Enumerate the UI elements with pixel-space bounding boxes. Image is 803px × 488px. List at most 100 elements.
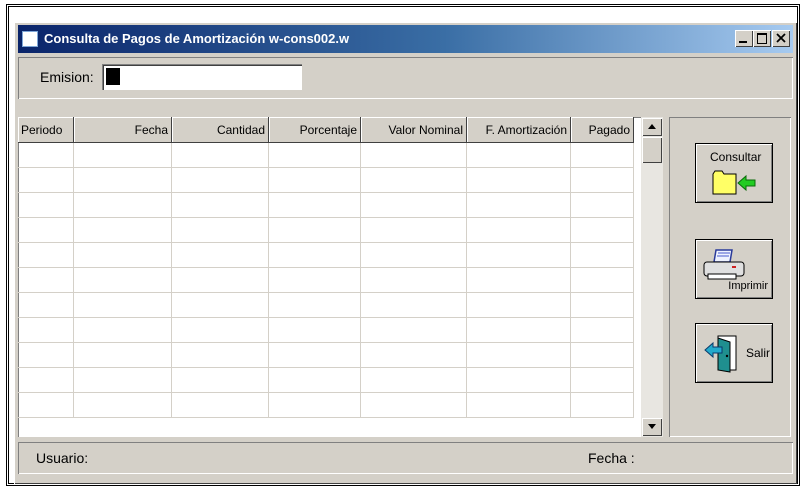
table-cell[interactable] <box>361 343 467 367</box>
table-cell[interactable] <box>269 293 361 317</box>
table-cell[interactable] <box>571 218 634 242</box>
table-row[interactable] <box>18 368 634 393</box>
salir-button[interactable]: Salir <box>695 323 773 383</box>
table-cell[interactable] <box>467 368 571 392</box>
table-row[interactable] <box>18 293 634 318</box>
table-cell[interactable] <box>172 368 269 392</box>
table-cell[interactable] <box>361 168 467 192</box>
table-cell[interactable] <box>571 293 634 317</box>
emission-input[interactable] <box>102 64 302 90</box>
column-header-pagado[interactable]: Pagado <box>571 117 634 143</box>
table-row[interactable] <box>18 393 634 418</box>
table-cell[interactable] <box>172 168 269 192</box>
table-row[interactable] <box>18 318 634 343</box>
table-cell[interactable] <box>467 218 571 242</box>
table-cell[interactable] <box>74 243 172 267</box>
table-cell[interactable] <box>361 193 467 217</box>
scroll-thumb[interactable] <box>642 137 662 163</box>
table-cell[interactable] <box>74 193 172 217</box>
table-cell[interactable] <box>571 268 634 292</box>
scroll-up-button[interactable] <box>642 118 662 136</box>
table-cell[interactable] <box>269 368 361 392</box>
table-cell[interactable] <box>361 318 467 342</box>
table-cell[interactable] <box>467 343 571 367</box>
table-cell[interactable] <box>361 393 467 417</box>
table-cell[interactable] <box>571 343 634 367</box>
table-cell[interactable] <box>18 243 74 267</box>
table-row[interactable] <box>18 343 634 368</box>
table-cell[interactable] <box>269 168 361 192</box>
table-cell[interactable] <box>571 168 634 192</box>
table-cell[interactable] <box>172 243 269 267</box>
table-cell[interactable] <box>74 293 172 317</box>
table-cell[interactable] <box>467 268 571 292</box>
imprimir-button[interactable]: Imprimir <box>695 239 773 299</box>
table-cell[interactable] <box>18 168 74 192</box>
table-cell[interactable] <box>361 143 467 167</box>
table-cell[interactable] <box>269 218 361 242</box>
table-row[interactable] <box>18 243 634 268</box>
table-cell[interactable] <box>172 143 269 167</box>
table-cell[interactable] <box>269 343 361 367</box>
table-cell[interactable] <box>18 193 74 217</box>
table-row[interactable] <box>18 218 634 243</box>
table-cell[interactable] <box>269 143 361 167</box>
table-cell[interactable] <box>467 168 571 192</box>
table-cell[interactable] <box>467 318 571 342</box>
table-cell[interactable] <box>74 143 172 167</box>
table-cell[interactable] <box>467 243 571 267</box>
maximize-button[interactable] <box>753 30 771 47</box>
table-cell[interactable] <box>172 268 269 292</box>
table-cell[interactable] <box>74 168 172 192</box>
close-button[interactable] <box>772 30 790 47</box>
table-cell[interactable] <box>467 193 571 217</box>
table-cell[interactable] <box>172 343 269 367</box>
table-cell[interactable] <box>172 318 269 342</box>
vertical-scrollbar[interactable] <box>641 117 663 437</box>
table-cell[interactable] <box>172 218 269 242</box>
table-cell[interactable] <box>269 318 361 342</box>
table-cell[interactable] <box>18 318 74 342</box>
table-cell[interactable] <box>74 368 172 392</box>
table-cell[interactable] <box>571 143 634 167</box>
column-header-periodo[interactable]: Periodo <box>18 117 74 143</box>
table-cell[interactable] <box>361 243 467 267</box>
table-cell[interactable] <box>361 218 467 242</box>
table-cell[interactable] <box>361 368 467 392</box>
table-row[interactable] <box>18 168 634 193</box>
table-cell[interactable] <box>467 293 571 317</box>
table-cell[interactable] <box>571 243 634 267</box>
table-row[interactable] <box>18 143 634 168</box>
table-cell[interactable] <box>571 193 634 217</box>
table-cell[interactable] <box>571 393 634 417</box>
table-cell[interactable] <box>361 268 467 292</box>
table-cell[interactable] <box>467 143 571 167</box>
column-header-valor-nominal[interactable]: Valor Nominal <box>361 117 467 143</box>
table-row[interactable] <box>18 193 634 218</box>
table-cell[interactable] <box>269 243 361 267</box>
table-cell[interactable] <box>269 268 361 292</box>
table-cell[interactable] <box>18 368 74 392</box>
table-cell[interactable] <box>467 393 571 417</box>
column-header-fecha[interactable]: Fecha <box>74 117 172 143</box>
table-cell[interactable] <box>74 318 172 342</box>
table-cell[interactable] <box>269 393 361 417</box>
table-cell[interactable] <box>172 193 269 217</box>
table-cell[interactable] <box>18 143 74 167</box>
table-cell[interactable] <box>172 393 269 417</box>
column-header-cantidad[interactable]: Cantidad <box>172 117 269 143</box>
table-cell[interactable] <box>18 343 74 367</box>
table-cell[interactable] <box>74 268 172 292</box>
column-header-porcentaje[interactable]: Porcentaje <box>269 117 361 143</box>
table-row[interactable] <box>18 268 634 293</box>
minimize-button[interactable] <box>735 30 753 47</box>
table-cell[interactable] <box>172 293 269 317</box>
table-cell[interactable] <box>18 393 74 417</box>
table-cell[interactable] <box>74 393 172 417</box>
table-cell[interactable] <box>571 368 634 392</box>
table-cell[interactable] <box>18 268 74 292</box>
table-cell[interactable] <box>269 193 361 217</box>
table-cell[interactable] <box>571 318 634 342</box>
scroll-down-button[interactable] <box>642 418 662 436</box>
table-cell[interactable] <box>18 218 74 242</box>
